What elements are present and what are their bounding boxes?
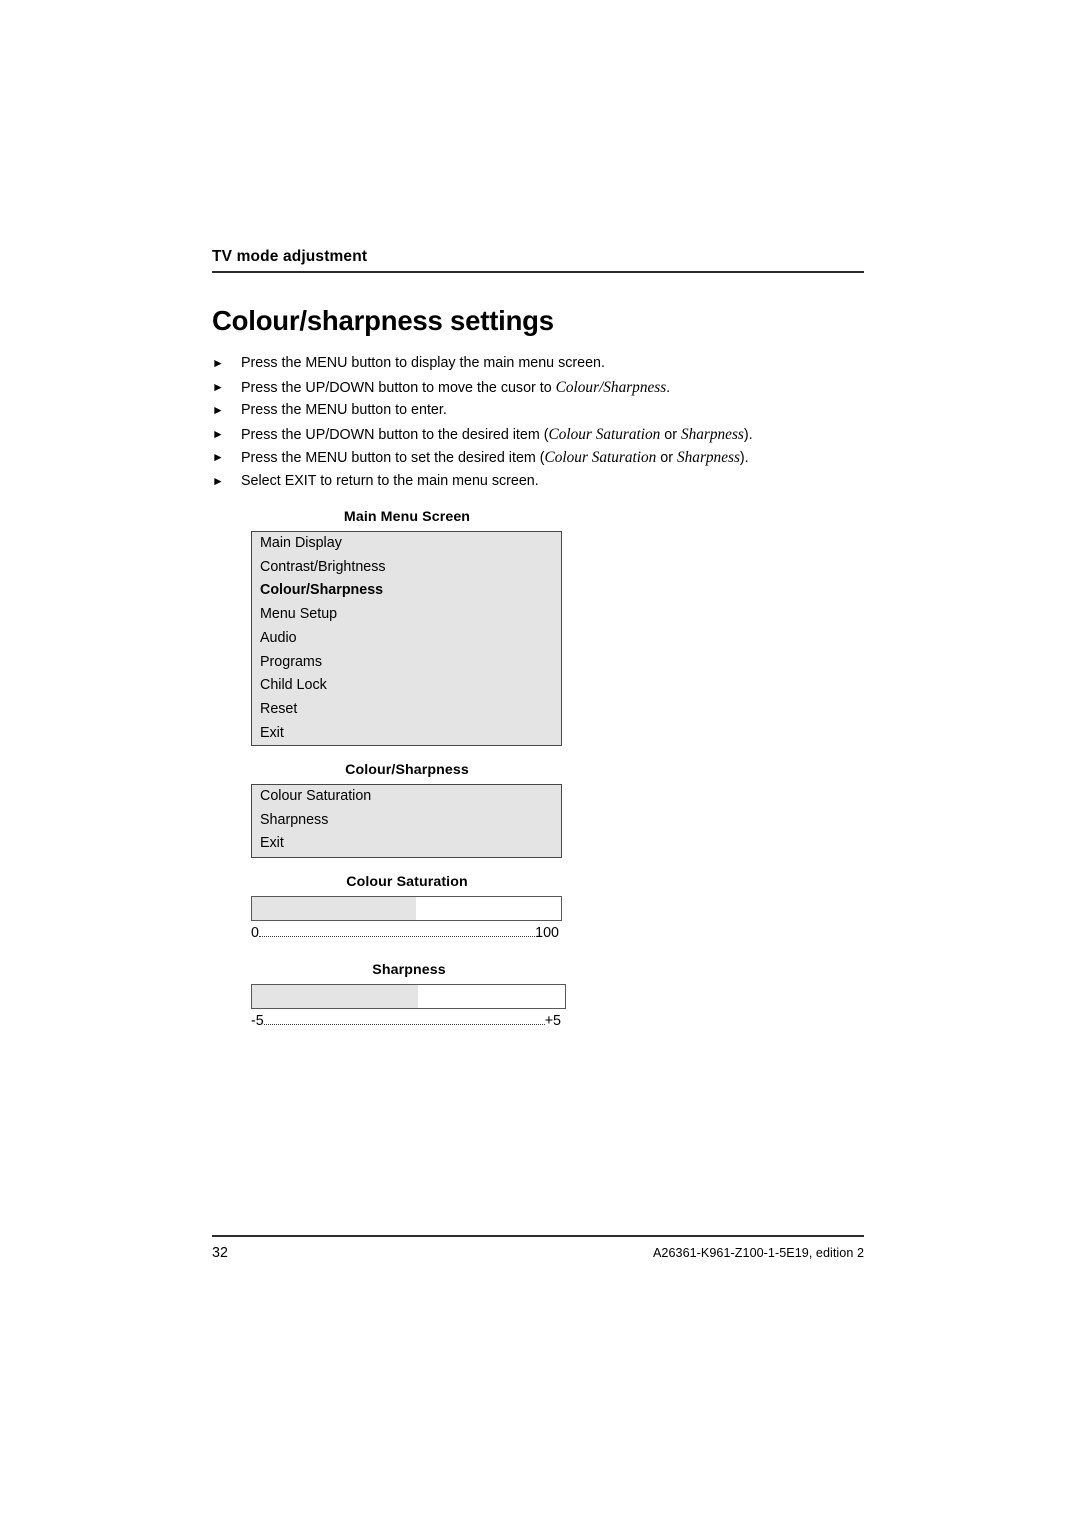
bullet-triangle-icon: ► [212,426,224,441]
footer-page-number: 32 [212,1245,228,1261]
instruction-item-text: Press the MENU button to set the desired… [241,449,749,466]
document-page: TV mode adjustment Colour/sharpness sett… [0,0,1080,1528]
footer-document-id: A26361-K961-Z100-1-5E19, edition 2 [652,1246,864,1260]
instruction-item: ► Press the UP/DOWN button to the desired… [212,423,892,447]
main-menu-item[interactable]: Child Lock [252,674,561,698]
instruction-item-text: Press the UP/DOWN button to the desired … [241,425,753,443]
main-menu-caption: Main Menu Screen [343,509,471,525]
main-menu-item[interactable]: Contrast/Brightness [252,556,561,580]
colour-saturation-bar[interactable] [251,896,562,921]
colour-sharpness-menu-item[interactable]: Sharpness [252,809,561,833]
bullet-triangle-icon: ► [212,450,224,464]
instruction-list: ► Press the MENU button to display the ma… [212,352,892,493]
instruction-item: ► Select EXIT to return to the main menu … [212,470,892,494]
scale-leader-dots [263,1023,545,1025]
page-footer: 32 A26361-K961-Z100-1-5E19, edition 2 [212,1245,864,1261]
sharpness-min-label: -5 [251,1013,264,1029]
colour-sharpness-menu-box: Colour Saturation Sharpness Exit [251,784,562,858]
instruction-item: ► Press the MENU button to set the desire… [212,446,892,470]
header-divider [212,271,864,273]
colour-saturation-min-label: 0 [251,925,259,941]
main-menu-item[interactable]: Main Display [252,532,561,556]
running-header-title: TV mode adjustment [212,248,368,265]
instruction-item-text: Press the UP/DOWN button to move the cus… [241,378,671,396]
scale-leader-dots [258,935,536,937]
main-menu-item[interactable]: Exit [252,722,561,746]
bullet-triangle-icon: ► [212,356,224,370]
colour-sharpness-menu-item[interactable]: Exit [252,832,561,856]
instruction-item-text: Press the MENU button to enter. [241,402,447,418]
instruction-item: ► Press the MENU button to enter. [212,399,892,423]
main-menu-item[interactable]: Colour/Sharpness [252,579,561,603]
instruction-item-text: Press the MENU button to display the mai… [241,355,605,371]
main-menu-screen-box: Main Display Contrast/Brightness Colour/Sh… [251,531,562,746]
colour-saturation-max-label: 100 [535,925,559,941]
colour-sharpness-menu-caption: Colour/Sharpness [345,762,469,778]
footer-divider [212,1235,864,1237]
running-header: TV mode adjustment [212,247,864,273]
colour-sharpness-menu-item[interactable]: Colour Saturation [252,785,561,809]
instruction-item-text: Select EXIT to return to the main menu s… [241,472,539,489]
bullet-triangle-icon: ► [212,379,224,394]
bullet-triangle-icon: ► [212,403,224,417]
colour-saturation-caption: Colour Saturation [346,874,468,890]
instruction-item: ► Press the UP/DOWN button to move the cu… [212,376,892,400]
main-menu-item[interactable]: Programs [252,651,561,675]
main-menu-item[interactable]: Audio [252,627,561,651]
colour-saturation-bar-fill [252,897,416,920]
sharpness-max-label: +5 [544,1013,561,1029]
bullet-triangle-icon: ► [212,473,224,488]
main-menu-item[interactable]: Reset [252,698,561,722]
sharpness-scale: -5 +5 [251,1012,561,1030]
instruction-item: ► Press the MENU button to display the ma… [212,352,892,376]
colour-saturation-scale: 0 100 [251,924,559,942]
sharpness-bar[interactable] [251,984,566,1009]
main-menu-item[interactable]: Menu Setup [252,603,561,627]
sharpness-bar-fill [252,985,418,1008]
sharpness-caption: Sharpness [372,962,446,978]
page-title: Colour/sharpness settings [212,305,554,336]
